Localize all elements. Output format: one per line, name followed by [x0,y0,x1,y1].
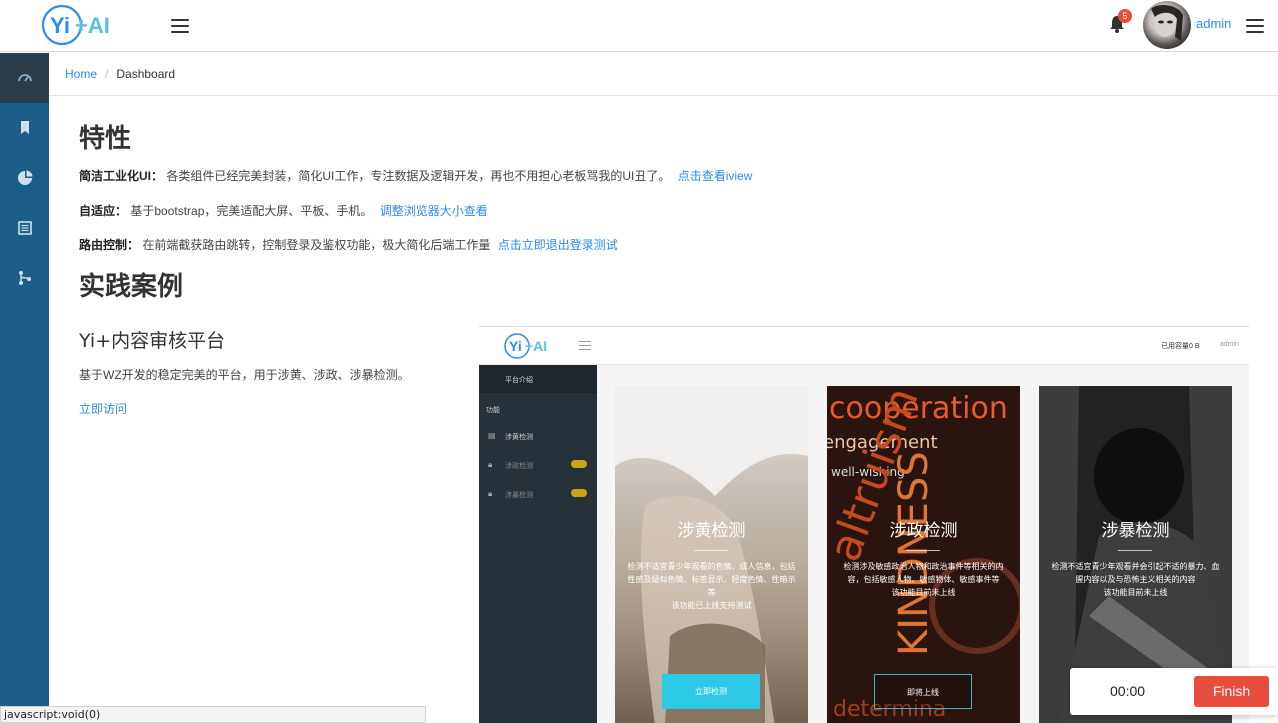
card-button: 即将上线 [874,674,972,709]
preview-card: 涉黄检测 检测不适宜青少年观看的色情、成人信息，包括性感及疑似色情、标签显示，轻… [615,386,808,723]
sidebar-item-chart[interactable] [0,153,49,203]
feature-label: 路由控制： [79,238,140,252]
preview-menu-icon [579,341,591,351]
card-divider [906,550,940,551]
card-divider [694,550,728,551]
breadcrumb: Home / Dashboard [49,53,1278,96]
features-title: 特性 [79,124,132,154]
feature-label: 简洁工业化UI： [79,169,164,183]
preview-usage: 已用容量0 B [1161,343,1200,350]
coming-soon-tag [571,489,587,497]
card-text: 检测不适宜青少年观看的色情、成人信息，包括性感及疑似色情、标签显示，轻度色情、性… [627,562,796,610]
feature-text: 各类组件已经完美封装，简化UI工作，专注数据及逻辑开发，再也不用担心老板骂我的U… [166,169,671,183]
top-navbar: Yi +AI 5 admin [0,0,1278,52]
sidebar-item-bookmark[interactable] [0,103,49,153]
more-menu-icon[interactable] [1246,19,1264,33]
coming-soon-tag [571,460,587,468]
avatar[interactable] [1143,1,1191,49]
card-divider [1118,550,1152,551]
case-item-description: 基于WZ开发的稳定完美的平台，用于涉黄、涉政、涉暴检测。 [79,368,410,382]
branch-icon [18,271,31,285]
card-text: 检测不适宜青少年观看并会引起不适的暴力、血腥内容以及与恐怖主义相关的内容 该功能目… [1051,562,1220,597]
card-button: 立即检测 [662,674,760,709]
finish-button[interactable]: Finish [1194,676,1269,707]
feature-text: 基于bootstrap，完美适配大屏、平板、手机。 [130,204,373,218]
breadcrumb-home[interactable]: Home [65,67,97,81]
card-text: 检测涉及敏感政治人物和政治事件等相关的内容，包括敏感人物、敏感物体、敏感事件等该… [843,562,1004,597]
bookmark-icon [20,121,29,134]
pie-chart-icon [17,170,32,185]
menu-toggle-icon[interactable] [171,19,189,33]
card-title: 涉黄检测 [677,521,746,541]
sidebar [0,53,49,723]
sidebar-item-branch[interactable] [0,253,49,303]
svg-text:Yi: Yi [50,13,70,38]
svg-text:KINDNESS: KINDNESS [891,451,937,656]
breadcrumb-separator: / [105,67,109,81]
feature-link[interactable]: 点击立即退出登录测试 [498,238,618,252]
list-icon [17,221,32,235]
notification-badge: 5 [1118,9,1132,23]
platform-preview-image: Yi +AI 已用容量0 B admin 平台介绍 功能 ▤ 涉黄检测 🔒︎ 涉… [479,326,1249,723]
breadcrumb-current: Dashboard [116,67,176,81]
preview-sidebar: 平台介绍 功能 ▤ 涉黄检测 🔒︎ 涉政检测 🔒︎ 涉暴检测 [479,365,597,723]
preview-header: Yi +AI 已用容量0 B admin [479,327,1249,365]
username-link[interactable]: admin [1196,16,1231,31]
svg-text:Yi: Yi [509,338,522,354]
logo[interactable]: Yi +AI [40,3,114,47]
preview-logo: Yi +AI [503,331,547,361]
case-item-title: Yi+内容审核平台 [79,330,226,352]
card-title: 涉暴检测 [1101,521,1170,541]
feature-label: 自适应： [79,204,128,218]
lock-icon: 🔒︎ [488,489,493,498]
timer-display: 00:00 [1110,683,1146,699]
preview-card: cooperation engagement well-wishing altr… [827,386,1020,723]
timer-widget: 00:00 Finish [1070,668,1278,715]
document-icon: ▤ [488,431,496,440]
preview-side-head: 平台介绍 [479,365,597,393]
feature-item: 路由控制： 在前端截获路由跳转，控制登录及鉴权功能，极大简化后端工作量 点击立即… [79,236,618,253]
browser-status-bar: javascript:void(0) [0,706,426,723]
feature-item: 自适应： 基于bootstrap，完美适配大屏、平板、手机。 调整浏览器大小查看 [79,202,488,219]
preview-user: admin [1220,341,1240,348]
sidebar-item-list[interactable] [0,203,49,253]
feature-link[interactable]: 点击查看iview [678,169,753,183]
case-visit-link[interactable]: 立即访问 [79,400,127,417]
sidebar-item-dashboard[interactable] [0,53,49,103]
svg-text:+AI: +AI [75,13,110,38]
card-title: 涉政检测 [889,521,958,541]
cases-title: 实践案例 [79,272,184,302]
feature-link[interactable]: 调整浏览器大小查看 [380,204,488,218]
feature-text: 在前端截获路由跳转，控制登录及鉴权功能，极大简化后端工作量 [142,238,491,252]
feature-item: 简洁工业化UI： 各类组件已经完美封装，简化UI工作，专注数据及逻辑开发，再也不… [79,167,752,184]
svg-text:+AI: +AI [525,338,547,354]
lock-icon: 🔒︎ [488,460,493,469]
dashboard-icon [17,74,32,82]
